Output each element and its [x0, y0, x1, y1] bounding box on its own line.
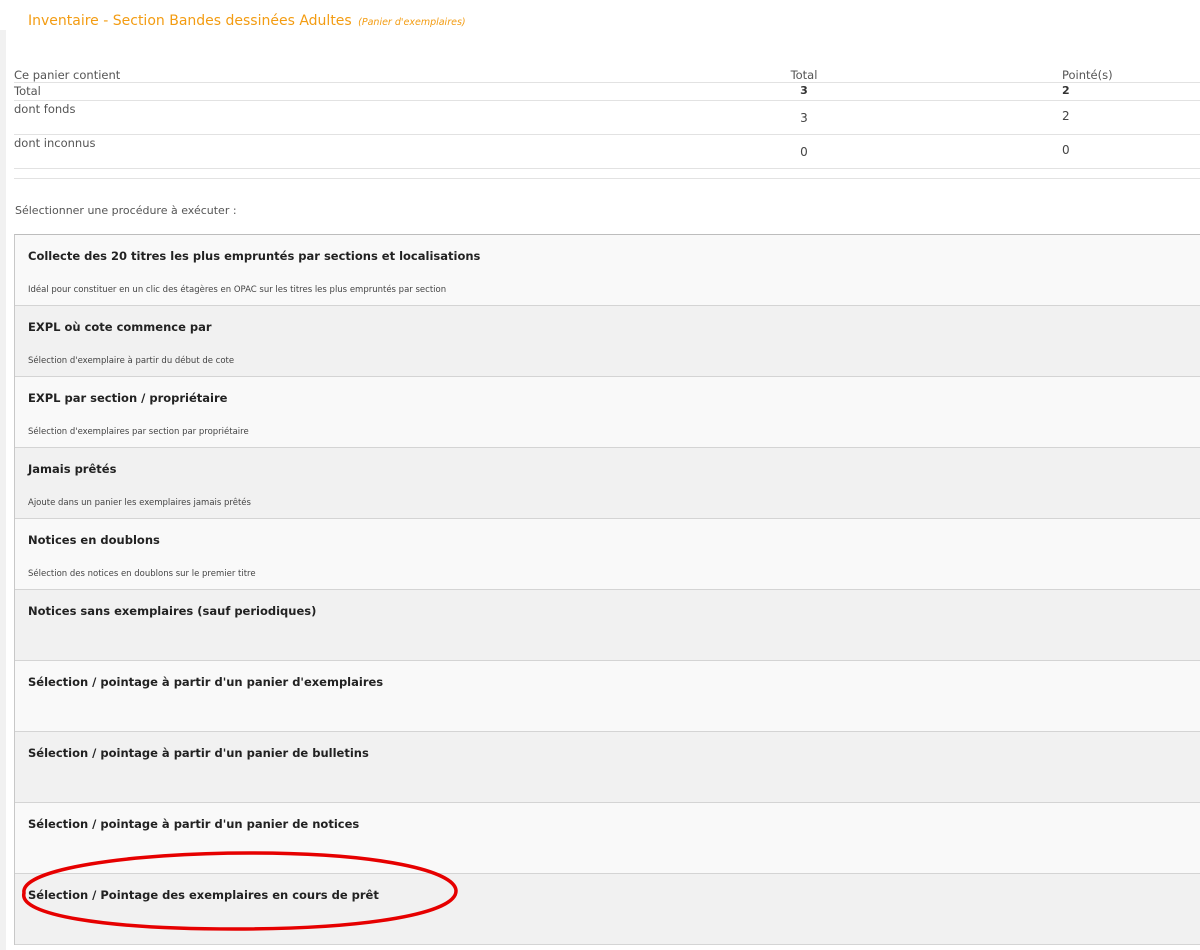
procedure-prompt: Sélectionner une procédure à exécuter : [15, 204, 237, 217]
stats-header-label: Ce panier contient [14, 68, 121, 82]
procedure-name: Sélection / pointage à partir d'un panie… [28, 817, 360, 831]
stats-label: dont fonds [14, 102, 76, 116]
procedure-item[interactable]: EXPL par section / propriétaire Sélectio… [15, 377, 1200, 448]
stats-checked-value: 2 [1062, 84, 1070, 97]
procedure-description: Ajoute dans un panier les exemplaires ja… [28, 498, 251, 508]
stats-header-total: Total [790, 68, 818, 82]
procedure-item[interactable]: Sélection / pointage à partir d'un panie… [15, 661, 1200, 732]
stats-checked-value: 0 [1062, 143, 1070, 157]
procedure-name: EXPL par section / propriétaire [28, 391, 228, 405]
stats-label: Total [14, 84, 41, 98]
procedure-description: Sélection d'exemplaire à partir du début… [28, 356, 235, 366]
procedure-description: Sélection d'exemplaires par section par … [28, 427, 249, 437]
procedure-item[interactable]: EXPL où cote commence par Sélection d'ex… [15, 306, 1200, 377]
procedure-item[interactable]: Sélection / pointage à partir d'un panie… [15, 803, 1200, 874]
procedure-item-loans[interactable]: Sélection / Pointage des exemplaires en … [15, 874, 1200, 945]
procedure-item[interactable]: Collecte des 20 titres les plus emprunté… [15, 235, 1200, 306]
stats-total-value: 0 [800, 145, 808, 159]
procedure-name: EXPL où cote commence par [28, 320, 212, 334]
procedure-name: Jamais prêtés [28, 462, 117, 476]
procedure-name: Sélection / pointage à partir d'un panie… [28, 746, 369, 760]
procedure-name: Sélection / Pointage des exemplaires en … [28, 888, 379, 902]
page-subtitle: (Panier d'exemplaires) [358, 17, 466, 28]
page-title-text: Inventaire - Section Bandes dessinées Ad… [28, 13, 352, 29]
procedure-item[interactable]: Notices en doublons Sélection des notice… [15, 519, 1200, 590]
stats-total-value: 3 [800, 111, 808, 125]
procedure-description: Idéal pour constituer en un clic des éta… [28, 285, 447, 295]
stats-checked-value: 2 [1062, 109, 1070, 123]
stats-total-value: 3 [800, 84, 808, 97]
procedure-item[interactable]: Notices sans exemplaires (sauf periodiqu… [15, 590, 1200, 661]
cart-stats-table: Ce panier contient Total Pointé(s) Total… [14, 67, 1200, 179]
procedure-name: Collecte des 20 titres les plus emprunté… [28, 249, 481, 263]
procedure-item[interactable]: Jamais prêtés Ajoute dans un panier les … [15, 448, 1200, 519]
procedure-name: Sélection / pointage à partir d'un panie… [28, 675, 384, 689]
left-border [0, 30, 6, 950]
stats-header-checked: Pointé(s) [1062, 68, 1113, 82]
procedure-description: Sélection des notices en doublons sur le… [28, 569, 256, 579]
procedure-name: Notices en doublons [28, 533, 160, 547]
procedure-list: Collecte des 20 titres les plus emprunté… [14, 234, 1200, 945]
stats-row-total: Total 3 2 [14, 83, 1200, 101]
stats-label: dont inconnus [14, 136, 96, 150]
procedure-item[interactable]: Sélection / pointage à partir d'un panie… [15, 732, 1200, 803]
procedure-name: Notices sans exemplaires (sauf periodiqu… [28, 604, 317, 618]
page-title: Inventaire - Section Bandes dessinées Ad… [28, 13, 466, 29]
stats-header-row: Ce panier contient Total Pointé(s) [14, 67, 1200, 83]
stats-row-inconnus: dont inconnus 0 0 [14, 135, 1200, 169]
stats-row-fonds: dont fonds 3 2 [14, 101, 1200, 135]
stats-divider [14, 169, 1200, 179]
